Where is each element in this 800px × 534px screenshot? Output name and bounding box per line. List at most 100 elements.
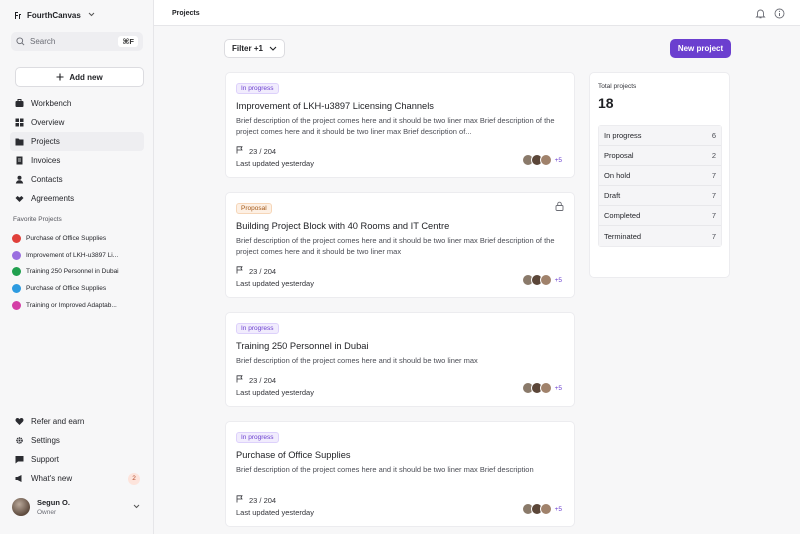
status-row[interactable]: Terminated 7 [599, 226, 721, 246]
project-description: Brief description of the project comes h… [236, 236, 555, 256]
sidebar-item-refer[interactable]: Refer and earn [10, 412, 144, 431]
more-members-count: +5 [554, 276, 562, 284]
total-projects-label: Total projects [598, 83, 637, 90]
project-meta: 23 / 204 Last updated yesterday [236, 266, 314, 288]
main-content: Filter +1 New project In progress Improv… [155, 27, 800, 534]
workbench-icon [15, 99, 24, 108]
last-updated: Last updated yesterday [236, 279, 314, 288]
sidebar-item-support[interactable]: Support [10, 450, 144, 469]
status-breakdown-list: In progress 6 Proposal 2 On hold 7 Draft 7 C… [598, 125, 722, 247]
new-project-button[interactable]: New project [670, 39, 731, 58]
project-title[interactable]: Improvement of LKH-u3897 Licensing Chann… [236, 101, 434, 111]
sidebar-item-agreements[interactable]: Agreements [10, 189, 144, 208]
search-input[interactable]: Search ⌘F [11, 32, 143, 51]
lock-icon [555, 201, 564, 213]
favorite-project-label: Purchase of Office Supplies [26, 234, 107, 242]
project-color-dot [12, 267, 21, 277]
search-icon [16, 37, 25, 46]
favorite-project-label: Purchase of Office Supplies [26, 284, 107, 292]
folder-icon [15, 137, 24, 146]
total-projects-count: 18 [598, 95, 614, 111]
favorite-project-item[interactable]: Purchase of Office Supplies [12, 230, 146, 247]
favorite-project-item[interactable]: Improvement of LKH-u3897 Li... [12, 247, 146, 264]
add-new-button[interactable]: Add new [15, 67, 144, 87]
brand-logo-icon [14, 11, 22, 20]
user-role: Owner [37, 509, 57, 516]
member-avatars[interactable]: +5 [521, 274, 562, 286]
sidebar-item-label: Projects [31, 137, 60, 146]
member-avatars[interactable]: +5 [521, 503, 562, 515]
sidebar-item-invoices[interactable]: Invoices [10, 151, 144, 170]
project-meta: 23 / 204 Last updated yesterday [236, 495, 314, 517]
sidebar-item-settings[interactable]: Settings [10, 431, 144, 450]
workspace-name: FourthCanvas [27, 11, 81, 20]
sidebar-item-label: Agreements [31, 194, 75, 203]
favorite-project-item[interactable]: Training 250 Personnel in Dubai [12, 263, 146, 280]
status-row[interactable]: In progress 6 [599, 126, 721, 146]
project-stats-panel: Total projects 18 In progress 6 Proposal 2… [589, 72, 730, 278]
favorite-project-label: Improvement of LKH-u3897 Li... [26, 251, 119, 259]
info-icon[interactable] [774, 8, 785, 21]
search-shortcut: ⌘F [118, 36, 138, 47]
page-title: Projects [172, 10, 200, 17]
sidebar-item-contacts[interactable]: Contacts [10, 170, 144, 189]
workspace-switcher[interactable]: FourthCanvas [14, 11, 95, 20]
sidebar-item-label: Invoices [31, 156, 61, 165]
more-members-count: +5 [554, 384, 562, 392]
project-description: Brief description of the project comes h… [236, 116, 555, 136]
secondary-nav: Refer and earn Settings Support What's n… [10, 412, 144, 488]
project-card[interactable]: In progress Purchase of Office Supplies … [225, 421, 575, 527]
project-color-dot [12, 300, 21, 310]
chevron-down-icon [133, 504, 140, 511]
favorite-project-label: Training 250 Personnel in Dubai [26, 268, 119, 276]
sidebar-item-workbench[interactable]: Workbench [10, 94, 144, 113]
sidebar-item-label: Contacts [31, 175, 63, 184]
project-card[interactable]: In progress Training 250 Personnel in Du… [225, 312, 575, 407]
status-label: In progress [604, 131, 642, 140]
sidebar-item-whats-new[interactable]: What's new 2 [10, 469, 144, 488]
grid-icon [15, 118, 24, 127]
sidebar-item-label: What's new [31, 474, 73, 483]
favorites-heading: Favorite Projects [13, 216, 62, 223]
main-nav: Workbench Overview Projects Invoices Con… [10, 94, 144, 208]
user-menu[interactable]: Segun O. Owner [12, 492, 144, 522]
more-members-count: +5 [554, 156, 562, 164]
search-placeholder: Search [30, 37, 56, 46]
sidebar-item-overview[interactable]: Overview [10, 113, 144, 132]
chevron-down-icon [269, 46, 277, 51]
project-card[interactable]: In progress Improvement of LKH-u3897 Lic… [225, 72, 575, 178]
status-row[interactable]: Proposal 2 [599, 146, 721, 166]
sidebar-item-projects[interactable]: Projects [10, 132, 144, 151]
status-label: Draft [604, 191, 621, 200]
status-label: On hold [604, 171, 631, 180]
project-card[interactable]: Proposal Building Project Block with 40 … [225, 192, 575, 298]
status-row[interactable]: Completed 7 [599, 206, 721, 226]
project-description: Brief description of the project comes h… [236, 465, 534, 474]
avatar [539, 503, 552, 515]
status-count: 7 [711, 211, 716, 220]
user-icon [15, 175, 24, 184]
favorite-project-item[interactable]: Purchase of Office Supplies [12, 280, 146, 297]
flag-icon [236, 146, 244, 156]
sidebar: FourthCanvas Search ⌘F Add new Workbench… [0, 0, 154, 534]
status-row[interactable]: Draft 7 [599, 186, 721, 206]
status-badge: Proposal [236, 203, 272, 214]
project-title[interactable]: Building Project Block with 40 Rooms and… [236, 221, 449, 231]
project-meta: 23 / 204 Last updated yesterday [236, 375, 314, 397]
member-avatars[interactable]: +5 [521, 154, 562, 166]
favorite-project-item[interactable]: Training or Improved Adaptab... [12, 297, 146, 314]
status-count: 7 [711, 191, 716, 200]
status-count: 7 [711, 171, 716, 180]
bell-icon[interactable] [755, 8, 766, 21]
project-color-dot [12, 250, 21, 260]
project-title[interactable]: Purchase of Office Supplies [236, 450, 351, 460]
project-color-dot [12, 283, 21, 293]
status-row[interactable]: On hold 7 [599, 166, 721, 186]
status-badge: In progress [236, 83, 279, 94]
filter-button[interactable]: Filter +1 [224, 39, 285, 58]
heart-icon [15, 417, 24, 426]
user-name: Segun O. [37, 498, 70, 507]
project-title[interactable]: Training 250 Personnel in Dubai [236, 341, 368, 351]
member-avatars[interactable]: +5 [521, 382, 562, 394]
last-updated: Last updated yesterday [236, 508, 314, 517]
